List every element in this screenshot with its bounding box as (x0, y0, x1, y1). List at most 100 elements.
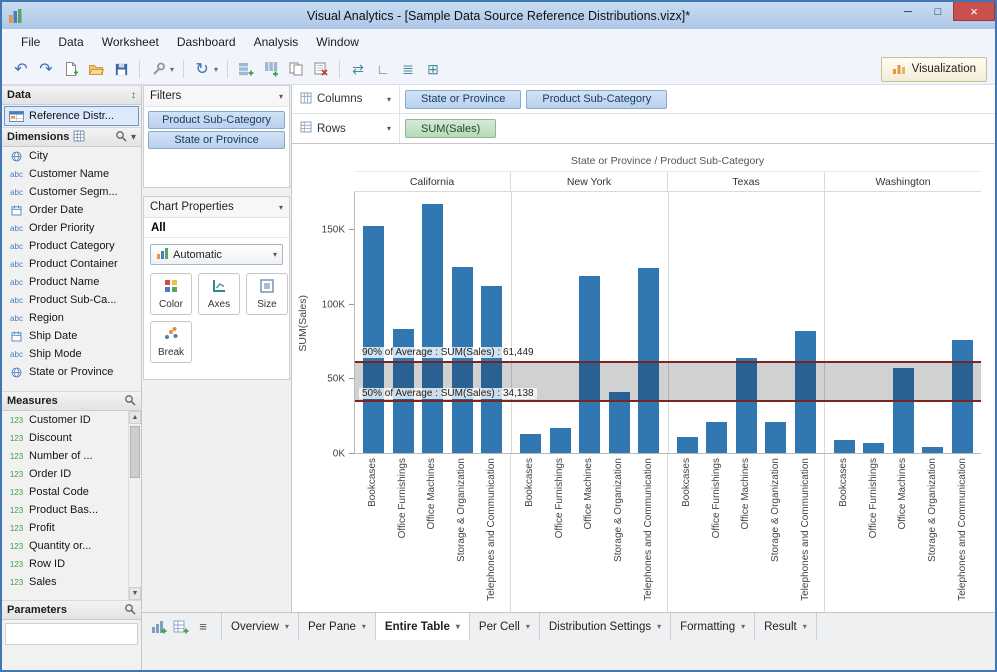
tab-distribution-settings[interactable]: Distribution Settings▾ (540, 613, 671, 640)
parameters-area[interactable] (5, 623, 138, 645)
bar-washington-storage-organization[interactable] (922, 447, 943, 453)
filters-header[interactable]: Filters ▾ (144, 86, 289, 107)
size-button[interactable]: Size (246, 273, 288, 315)
row-pill-sum-sales[interactable]: SUM(Sales) (405, 119, 496, 138)
measure-item-profit[interactable]: 123Profit (2, 519, 128, 537)
dimension-item-ship-date[interactable]: Ship Date (2, 327, 141, 345)
chevron-down-icon[interactable]: ▾ (657, 622, 661, 631)
search-icon[interactable] (115, 130, 127, 145)
menu-file[interactable]: File (12, 32, 49, 52)
chevron-down-icon[interactable]: ▾ (170, 65, 174, 74)
tab-entire-table[interactable]: Entire Table▾ (376, 613, 470, 640)
columns-shelf-label[interactable]: Columns ▾ (292, 85, 400, 113)
chart-properties-header[interactable]: Chart Properties ▾ (144, 197, 289, 218)
dimension-item-product-sub-ca[interactable]: abcProduct Sub-Ca... (2, 291, 141, 309)
bar-washington-office-furnishings[interactable] (863, 443, 884, 453)
dimension-item-product-name[interactable]: abcProduct Name (2, 273, 141, 291)
bar-new-york-office-furnishings[interactable] (550, 428, 571, 453)
chevron-down-icon[interactable]: ▾ (362, 622, 366, 631)
scroll-down-icon[interactable]: ▼ (129, 587, 141, 600)
new-sheet-grid-icon[interactable] (171, 617, 191, 637)
sheet-list-icon[interactable]: ≡ (193, 617, 213, 637)
menu-dashboard[interactable]: Dashboard (168, 32, 245, 52)
dimension-item-customer-segm[interactable]: abcCustomer Segm... (2, 183, 141, 201)
clear-sheet-icon[interactable] (310, 58, 332, 80)
menu-data[interactable]: Data (49, 32, 92, 52)
filters-shelf[interactable]: Product Sub-Category State or Province (144, 107, 289, 187)
chevron-down-icon[interactable]: ▾ (131, 132, 136, 143)
pane-resize-icon[interactable]: ↕ (131, 90, 136, 101)
chevron-down-icon[interactable]: ▾ (387, 95, 391, 104)
measure-item-product-bas[interactable]: 123Product Bas... (2, 501, 128, 519)
measure-item-row-id[interactable]: 123Row ID (2, 555, 128, 573)
scrollbar[interactable]: ▲ ▼ (128, 411, 141, 600)
mark-type-select[interactable]: Automatic ▾ (150, 244, 283, 265)
data-source-item[interactable]: Reference Distr... (4, 106, 139, 126)
menu-analysis[interactable]: Analysis (245, 32, 308, 52)
column-pill-state-or-province[interactable]: State or Province (405, 90, 521, 109)
duplicate-sheet-icon[interactable] (285, 58, 307, 80)
chevron-down-icon[interactable]: ▾ (803, 622, 807, 631)
search-icon[interactable] (124, 603, 136, 618)
filter-pill-product-sub-category[interactable]: Product Sub-Category (148, 111, 285, 129)
color-button[interactable]: Color (150, 273, 192, 315)
bar-california-office-machines[interactable] (422, 204, 443, 453)
undo-icon[interactable]: ↶ (10, 58, 32, 80)
plot-area[interactable]: 90% of Average : SUM(Sales) : 61,44950% … (354, 192, 981, 454)
dimension-item-city[interactable]: City (2, 147, 141, 165)
scrollbar-thumb[interactable] (130, 426, 140, 478)
bar-new-york-bookcases[interactable] (520, 434, 541, 453)
rows-shelf-label[interactable]: Rows ▾ (292, 114, 400, 143)
visualization-button[interactable]: Visualization (881, 57, 987, 82)
add-columns-icon[interactable] (260, 58, 282, 80)
search-icon[interactable] (124, 394, 136, 409)
measure-item-sales[interactable]: 123Sales (2, 573, 128, 591)
view-data-icon[interactable] (73, 130, 85, 145)
swap-axes-icon[interactable]: ⇄ (347, 58, 369, 80)
menu-worksheet[interactable]: Worksheet (93, 32, 168, 52)
chevron-down-icon[interactable]: ▾ (279, 92, 283, 101)
dimension-item-customer-name[interactable]: abcCustomer Name (2, 165, 141, 183)
tab-result[interactable]: Result▾ (755, 613, 817, 640)
chevron-down-icon[interactable]: ▾ (387, 124, 391, 133)
break-button[interactable]: Break (150, 321, 192, 363)
measure-item-order-id[interactable]: 123Order ID (2, 465, 128, 483)
scrollbar-track[interactable] (129, 424, 141, 587)
dimension-item-state-or-province[interactable]: State or Province (2, 363, 141, 381)
fit-icon[interactable]: ⊞ (422, 58, 444, 80)
chevron-down-icon[interactable]: ▾ (279, 203, 283, 212)
column-pill-product-sub-category[interactable]: Product Sub-Category (526, 90, 667, 109)
dimension-item-order-date[interactable]: Order Date (2, 201, 141, 219)
axes-icon[interactable]: ∟ (372, 58, 394, 80)
add-rows-icon[interactable] (235, 58, 257, 80)
new-visualization-icon[interactable] (149, 617, 169, 637)
bar-texas-bookcases[interactable] (677, 437, 698, 453)
chevron-down-icon[interactable]: ▾ (285, 622, 289, 631)
bar-texas-office-furnishings[interactable] (706, 422, 727, 453)
tab-per-cell[interactable]: Per Cell▾ (470, 613, 540, 640)
chevron-down-icon[interactable]: ▾ (741, 622, 745, 631)
minimize-button[interactable]: ─ (893, 2, 923, 21)
dimension-item-product-category[interactable]: abcProduct Category (2, 237, 141, 255)
bar-california-bookcases[interactable] (363, 226, 384, 453)
format-icon[interactable] (147, 58, 169, 80)
filter-pill-state-or-province[interactable]: State or Province (148, 131, 285, 149)
close-button[interactable]: × (953, 2, 995, 21)
measure-item-postal-code[interactable]: 123Postal Code (2, 483, 128, 501)
measure-item-number-of[interactable]: 123Number of ... (2, 447, 128, 465)
chevron-down-icon[interactable]: ▾ (214, 65, 218, 74)
tab-formatting[interactable]: Formatting▾ (671, 613, 755, 640)
title-bar[interactable]: Visual Analytics - [Sample Data Source R… (2, 2, 995, 29)
chevron-down-icon[interactable]: ▾ (526, 622, 530, 631)
measure-item-customer-id[interactable]: 123Customer ID (2, 411, 128, 429)
dimension-item-order-priority[interactable]: abcOrder Priority (2, 219, 141, 237)
axes-button[interactable]: Axes (198, 273, 240, 315)
sort-icon[interactable]: ≣ (397, 58, 419, 80)
bar-washington-bookcases[interactable] (834, 440, 855, 453)
maximize-button[interactable]: □ (923, 2, 953, 21)
tab-overview[interactable]: Overview▾ (221, 613, 299, 640)
chevron-down-icon[interactable]: ▾ (456, 622, 460, 631)
tab-per-pane[interactable]: Per Pane▾ (299, 613, 376, 640)
scroll-up-icon[interactable]: ▲ (129, 411, 141, 424)
new-sheet-icon[interactable] (60, 58, 82, 80)
